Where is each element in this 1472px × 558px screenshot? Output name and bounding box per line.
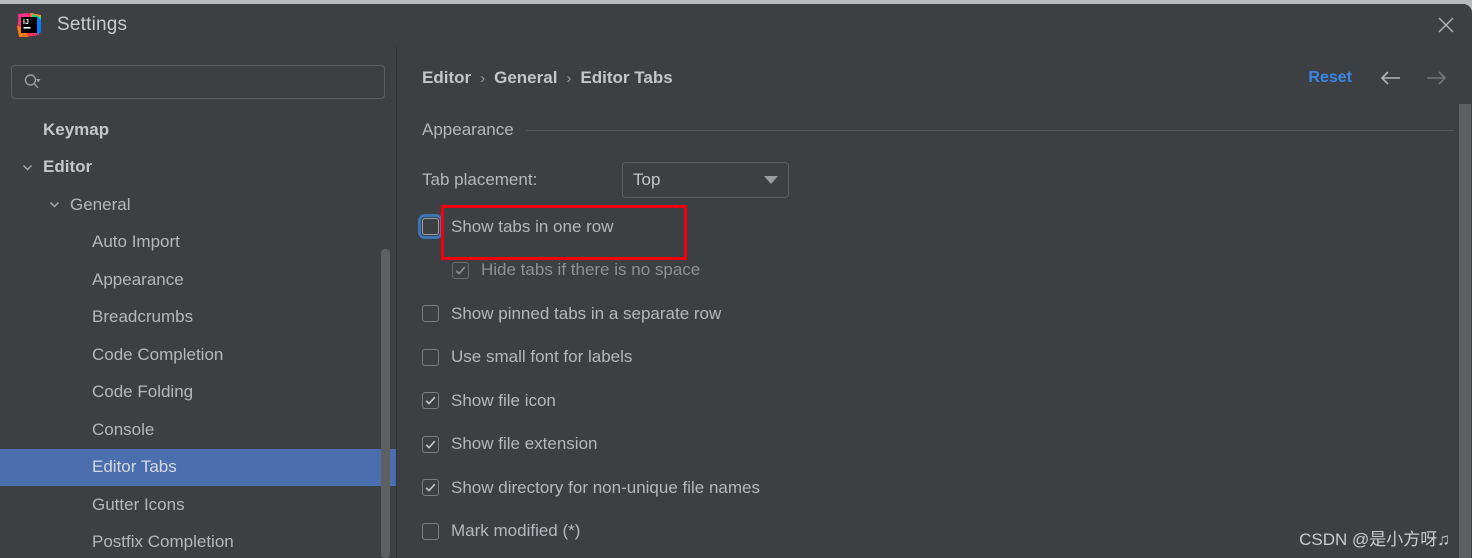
settings-tree: Keymap Editor General Auto Import Appearance… — [0, 111, 396, 558]
sidebar-item-label: Editor — [43, 157, 93, 177]
section-header-appearance: Appearance — [422, 120, 1453, 140]
checkbox-checked-icon — [452, 261, 469, 279]
breadcrumb-separator: › — [566, 69, 572, 87]
checkbox-row-use-small-font-for-labels[interactable]: Use small font for labels — [422, 336, 1453, 380]
close-icon — [1438, 17, 1454, 32]
sidebar-item-code-folding[interactable]: Code Folding — [0, 374, 396, 412]
breadcrumb-item-editor[interactable]: Editor — [422, 68, 471, 88]
close-button[interactable] — [1420, 4, 1472, 45]
sidebar-item-console[interactable]: Console — [0, 411, 396, 449]
checkbox-row-show-pinned-tabs-in-a-separate-row[interactable]: Show pinned tabs in a separate row — [422, 292, 1453, 336]
section-title: Appearance — [422, 120, 514, 139]
checkbox-row-show-file-extension[interactable]: Show file extension — [422, 423, 1453, 467]
checkbox-label: Show file extension — [451, 434, 598, 454]
checkbox-checked-icon[interactable] — [422, 479, 439, 497]
reset-button[interactable]: Reset — [1308, 69, 1352, 87]
checkbox-checked-icon[interactable] — [422, 392, 439, 410]
checkbox-row-hide-tabs-if-there-is-no-space[interactable]: Hide tabs if there is no space — [422, 249, 1453, 293]
intellij-idea-logo-icon: IJ — [16, 12, 42, 38]
tab-placement-value: Top — [633, 170, 661, 189]
checkbox-row-show-file-icon[interactable]: Show file icon — [422, 379, 1453, 423]
checkbox-unchecked-icon[interactable] — [422, 305, 439, 323]
title-bar: IJ Settings — [0, 4, 1472, 46]
checkbox-label: Show pinned tabs in a separate row — [451, 303, 722, 323]
checkbox-unchecked-icon[interactable] — [418, 214, 443, 240]
arrow-left-icon — [1380, 71, 1400, 85]
breadcrumb-item-editor-tabs[interactable]: Editor Tabs — [580, 68, 672, 88]
back-button[interactable] — [1377, 65, 1405, 91]
sidebar-item-auto-import[interactable]: Auto Import — [0, 224, 396, 262]
watermark-text: CSDN @是小方呀♫ — [1299, 530, 1450, 549]
breadcrumb-item-general[interactable]: General — [494, 68, 557, 88]
arrow-right-icon — [1427, 71, 1447, 85]
tab-placement-row: Tab placement: Top — [422, 155, 1453, 205]
section-divider — [525, 129, 1453, 131]
content-scrollbar-thumb[interactable] — [1459, 104, 1471, 558]
chevron-down-icon[interactable] — [46, 197, 62, 213]
chevron-down-icon — [764, 176, 778, 184]
checkbox-row-show-tabs-in-one-row[interactable]: Show tabs in one row — [418, 205, 1453, 249]
sidebar-item-gutter-icons[interactable]: Gutter Icons — [0, 486, 396, 524]
settings-content-panel: Editor › General › Editor Tabs Reset Appeara… — [397, 45, 1472, 558]
search-box[interactable] — [11, 65, 385, 99]
sidebar-item-keymap[interactable]: Keymap — [0, 111, 396, 149]
breadcrumb-separator: › — [480, 69, 486, 87]
sidebar-item-general[interactable]: General — [0, 186, 396, 224]
window-title: Settings — [57, 14, 128, 35]
checkbox-row-show-directory-for-non-unique-file-names[interactable]: Show directory for non-unique file names — [422, 466, 1453, 510]
sidebar-item-code-completion[interactable]: Code Completion — [0, 336, 396, 374]
sidebar-item-label: Gutter Icons — [92, 494, 185, 514]
settings-sidebar: Keymap Editor General Auto Import Appearance… — [0, 45, 397, 558]
checkbox-label: Use small font for labels — [451, 347, 633, 367]
sidebar-item-editor[interactable]: Editor — [0, 149, 396, 187]
sidebar-scrollbar-thumb[interactable] — [381, 249, 390, 558]
sidebar-item-label: Code Completion — [92, 344, 224, 364]
sidebar-item-label: Console — [92, 419, 155, 439]
sidebar-item-label: Postfix Completion — [92, 532, 234, 552]
checkbox-label: Show directory for non-unique file names — [451, 477, 760, 497]
tab-placement-select[interactable]: Top — [622, 162, 789, 198]
sidebar-item-breadcrumbs[interactable]: Breadcrumbs — [0, 299, 396, 337]
sidebar-item-label: Keymap — [43, 119, 110, 139]
checkbox-label: Show file icon — [451, 390, 556, 410]
checkbox-label: Mark modified (*) — [451, 521, 581, 541]
sidebar-item-label: General — [70, 194, 131, 214]
sidebar-item-label: Breadcrumbs — [92, 307, 194, 327]
sidebar-item-label: Auto Import — [92, 232, 180, 252]
checkbox-label: Show tabs in one row — [451, 216, 614, 236]
checkbox-label: Hide tabs if there is no space — [481, 260, 701, 280]
chevron-down-icon[interactable] — [19, 159, 35, 175]
tab-placement-label: Tab placement: — [422, 170, 538, 189]
sidebar-item-label: Editor Tabs — [92, 457, 177, 477]
sidebar-item-label: Code Folding — [92, 382, 194, 402]
sidebar-item-editor-tabs[interactable]: Editor Tabs — [0, 448, 396, 486]
sidebar-item-appearance[interactable]: Appearance — [0, 261, 396, 299]
svg-text:IJ: IJ — [23, 19, 29, 26]
checkbox-unchecked-icon[interactable] — [422, 348, 439, 366]
appearance-settings-form: Tab placement: Top Show tabs in one row H… — [418, 155, 1453, 553]
checkbox-unchecked-icon[interactable] — [422, 522, 439, 540]
checkbox-checked-icon[interactable] — [422, 435, 439, 453]
forward-button[interactable] — [1422, 65, 1450, 91]
search-input[interactable] — [48, 73, 373, 91]
search-icon — [23, 73, 41, 91]
checkbox-list: Show tabs in one row Hide tabs if there i… — [418, 205, 1453, 553]
sidebar-item-label: Appearance — [92, 269, 184, 289]
breadcrumb: Editor › General › Editor Tabs — [422, 68, 673, 88]
settings-dialog: IJ Settings Keymap Editor General Auto I… — [0, 4, 1472, 558]
sidebar-item-postfix-completion[interactable]: Postfix Completion — [0, 524, 396, 558]
